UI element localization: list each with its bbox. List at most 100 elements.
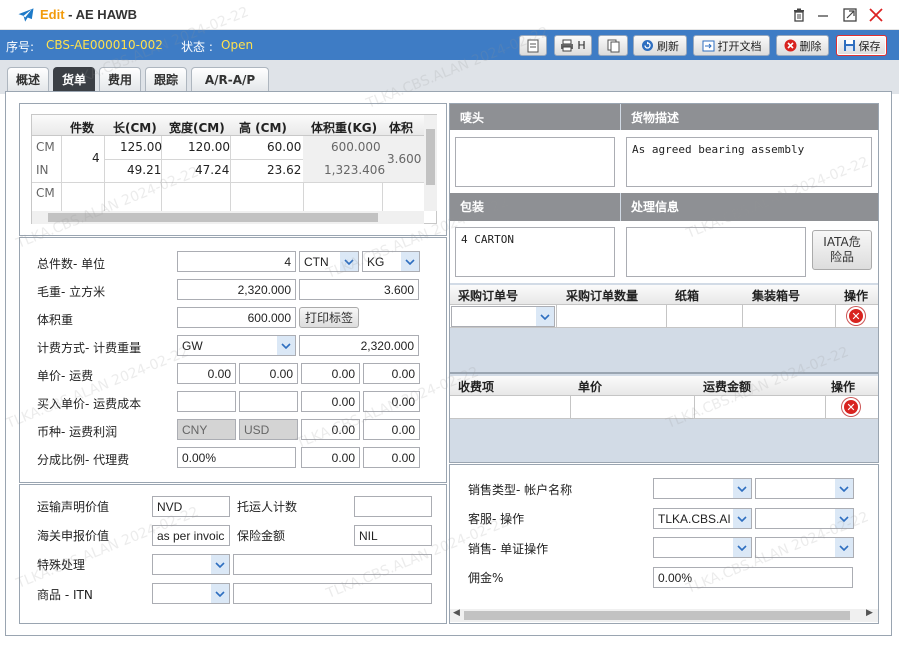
buy-price-input-2[interactable] [239, 391, 298, 412]
charge-method-select[interactable]: GW [177, 335, 296, 356]
insurance-input[interactable]: NIL [354, 525, 432, 546]
freight-cost-input[interactable]: 0.00 [301, 391, 360, 412]
special-handling-input[interactable] [233, 554, 432, 575]
maximize-icon[interactable] [840, 5, 860, 25]
refresh-button[interactable]: 刷新 [633, 35, 687, 56]
marks-header: 唛头 [450, 104, 620, 130]
freight-cost-input-2[interactable]: 0.00 [363, 391, 420, 412]
scroll-right-icon[interactable]: ▶ [866, 608, 873, 618]
unit-price-input[interactable]: 0.00 [177, 363, 236, 384]
pieces-input[interactable]: 4 [177, 251, 296, 272]
vol-weight-in-cell: 1,323.406 [324, 163, 386, 177]
delete-row-icon[interactable]: ✕ [842, 398, 860, 416]
handling-info-textarea[interactable] [626, 227, 806, 277]
freight-input-2[interactable]: 0.00 [363, 363, 420, 384]
length-in-cell[interactable]: 49.21 [127, 163, 161, 177]
pieces-unit-select[interactable]: CTN [299, 251, 359, 272]
close-icon[interactable] [866, 5, 886, 25]
tab-tracking[interactable]: 跟踪 [145, 67, 187, 91]
goods-description-header: 货物描述 [621, 104, 878, 130]
split-ratio-input[interactable]: 0.00% [177, 447, 296, 468]
charge-method-label: 计费方式- 计费重量 [37, 341, 142, 355]
buy-price-input[interactable] [177, 391, 236, 412]
shipper-count-input[interactable] [354, 496, 432, 517]
tab-ar-ap[interactable]: A/R-A/P [191, 67, 269, 91]
goods-select[interactable] [152, 583, 230, 604]
unit-price-label: 单价- 运费 [37, 369, 94, 383]
save-icon [843, 40, 855, 51]
carriage-value-input[interactable]: NVD [152, 496, 230, 517]
agent-fee-input[interactable]: 0.00 [301, 447, 360, 468]
grid-line [694, 396, 695, 419]
cbm-input[interactable]: 3.600 [299, 279, 419, 300]
delete-row-icon[interactable]: ✕ [847, 307, 865, 325]
minimize-icon[interactable] [813, 5, 833, 25]
col-po-number: 采购订单号 [458, 289, 519, 303]
tab-cargo[interactable]: 货单 [53, 67, 95, 91]
goods-itn-label: 商品 - ITN [37, 588, 93, 602]
open-document-button[interactable]: 打开文档 [693, 35, 770, 56]
grid-line [825, 396, 826, 419]
marks-textarea[interactable] [455, 137, 615, 187]
record-header: 序号: CBS-AE000010-002 状态 : Open H 刷新 打开文档… [0, 30, 899, 60]
document-button[interactable] [519, 35, 547, 56]
scroll-thumb[interactable] [426, 129, 435, 185]
length-cm-cell[interactable]: 125.00 [120, 140, 162, 154]
save-button[interactable]: 保存 [836, 35, 887, 56]
document-operator-select[interactable] [755, 537, 854, 558]
scroll-thumb[interactable] [48, 213, 378, 222]
charge-weight-input[interactable]: 2,320.000 [299, 335, 419, 356]
unit-price-input-2[interactable]: 0.00 [239, 363, 298, 384]
freight-profit-input[interactable]: 0.00 [301, 419, 360, 440]
po-number-select[interactable] [451, 306, 555, 327]
scroll-left-icon[interactable]: ◀ [453, 608, 460, 618]
vol-weight-input[interactable]: 600.000 [177, 307, 296, 328]
trash-icon[interactable] [789, 5, 809, 25]
width-in-cell[interactable]: 47.24 [195, 163, 229, 177]
print-label-button[interactable]: 打印标签 [299, 307, 359, 328]
shipper-count-label: 托运人计数 [237, 500, 298, 514]
delete-button[interactable]: 删除 [776, 35, 829, 56]
commission-input[interactable]: 0.00% [653, 567, 853, 588]
print-h-button[interactable]: H [554, 35, 592, 56]
freight-input[interactable]: 0.00 [301, 363, 360, 384]
customs-value-input[interactable]: as per invoic [152, 525, 230, 546]
iata-dangerous-goods-button[interactable]: IATA危 险品 [812, 230, 872, 270]
vertical-scrollbar[interactable] [424, 115, 437, 211]
agent-fee-input-2[interactable]: 0.00 [363, 447, 420, 468]
pieces-cell[interactable]: 4 [92, 151, 100, 165]
tab-overview[interactable]: 概述 [7, 67, 49, 91]
height-in-cell[interactable]: 23.62 [267, 163, 301, 177]
sales-select[interactable] [653, 537, 752, 558]
serial-value: CBS-AE000010-002 [46, 38, 163, 52]
serial-label: 序号: [6, 40, 35, 54]
horizontal-scrollbar[interactable] [32, 211, 424, 224]
customer-service-select[interactable]: TLKA.CBS.AI [653, 508, 752, 529]
chevron-down-icon [211, 555, 229, 574]
scroll-thumb[interactable] [464, 611, 850, 620]
insurance-label: 保险金额 [237, 529, 286, 543]
weight-unit-select[interactable]: KG [362, 251, 420, 272]
special-handling-select[interactable] [152, 554, 230, 575]
col-freight-amount: 运费金额 [703, 380, 752, 394]
itn-input[interactable] [233, 583, 432, 604]
gross-weight-input[interactable]: 2,320.000 [177, 279, 296, 300]
volume-cell: 3.600 [387, 152, 422, 166]
grid-line [570, 396, 571, 419]
freight-profit-input-2[interactable]: 0.00 [363, 419, 420, 440]
width-cm-cell[interactable]: 120.00 [188, 140, 230, 154]
tab-charges[interactable]: 费用 [99, 67, 141, 91]
goods-description-textarea[interactable]: As agreed bearing assembly [626, 137, 872, 187]
operation-select[interactable] [755, 508, 854, 529]
delete-icon [784, 39, 796, 52]
currency-input: CNY [177, 419, 236, 440]
packing-textarea[interactable]: 4 CARTON [455, 227, 615, 277]
horizontal-scrollbar[interactable]: ◀ ▶ [450, 608, 878, 622]
open-document-icon [702, 40, 714, 52]
copy-button[interactable] [598, 35, 628, 56]
commission-label: 佣金% [468, 571, 504, 585]
col-volume: 体积 [389, 121, 414, 135]
account-name-select[interactable] [755, 478, 854, 499]
sales-type-select[interactable] [653, 478, 752, 499]
height-cm-cell[interactable]: 60.00 [267, 140, 301, 154]
